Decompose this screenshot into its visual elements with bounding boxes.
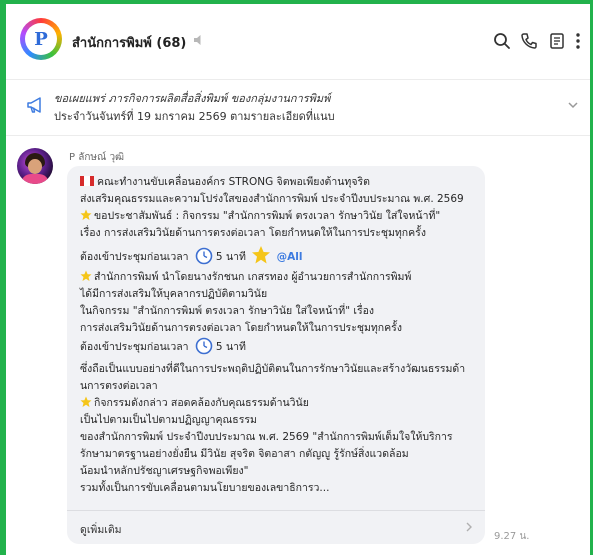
chevron-right-icon[interactable] bbox=[463, 520, 475, 534]
message-timestamp: 9.27 น. bbox=[494, 531, 530, 542]
chevron-down-icon[interactable] bbox=[566, 98, 580, 112]
message-line: สำนักการพิมพ์ นำโดยนางรักชนก เกสรทอง ผู้… bbox=[80, 270, 411, 284]
flag-icon bbox=[80, 176, 94, 186]
message-line: รวมทั้งเป็นการขับเคลื่อนตามนโยบายของเลขา… bbox=[80, 482, 330, 494]
mute-icon bbox=[194, 35, 201, 45]
mention-all[interactable]: @All bbox=[277, 251, 303, 263]
megaphone-icon bbox=[27, 97, 41, 113]
search-icon[interactable] bbox=[492, 31, 512, 51]
message-line: เรื่อง การส่งเสริมวินัยด้านการตรงต่อเวลา… bbox=[80, 227, 426, 239]
chat-header: P สำนักการพิมพ์ (68) bbox=[6, 4, 590, 80]
message-line: รักษามาตรฐานอย่างยั่งยืน มีวินัย สุจริต … bbox=[80, 448, 409, 460]
message-line: กิจกรรมดังกล่าว สอดคล้องกับคุณธรรมด้านวิ… bbox=[80, 396, 309, 410]
announcement-line-2: ประจำวันจันทร์ที่ 19 มกราคม 2569 ตามรายล… bbox=[54, 110, 335, 123]
group-avatar[interactable]: P bbox=[20, 18, 62, 60]
clock-icon bbox=[195, 247, 213, 265]
star-icon bbox=[252, 246, 271, 264]
more-icon[interactable] bbox=[572, 31, 584, 51]
see-more-link[interactable]: ดูเพิ่มเติม bbox=[80, 521, 122, 538]
sender-name: P ลักษณ์ วุฒิ bbox=[69, 152, 125, 163]
message-line: ได้มีการส่งเสริมให้บุคลากรปฏิบัติตามวินั… bbox=[80, 288, 268, 300]
announcement-line-1: ขอเผยแพร่ ภารกิจการผลิตสื่อสิ่งพิมพ์ ของ… bbox=[54, 92, 331, 105]
message-list: P ลักษณ์ วุฒิ คณะทำงานขับเคลื่อนองค์กร S… bbox=[6, 136, 590, 555]
bubble-divider bbox=[67, 510, 485, 511]
notes-icon[interactable] bbox=[547, 31, 567, 51]
message-line: การส่งเสริมวินัยด้านการตรงต่อเวลา โดยกำห… bbox=[80, 322, 402, 334]
phone-icon[interactable] bbox=[519, 31, 539, 51]
message-line: ต้องเข้าประชุมก่อนเวลา 5 นาที @All bbox=[80, 245, 302, 265]
clock-icon bbox=[195, 337, 213, 355]
message-line: ส่งเสริมคุณธรรมและความโปร่งใสของสำนักการ… bbox=[80, 193, 464, 205]
message-line: คณะทำงานขับเคลื่อนองค์กร STRONG จิตพอเพี… bbox=[80, 175, 370, 189]
message-line: ของสำนักการพิมพ์ ประจำปีงบประมาณ พ.ศ. 25… bbox=[80, 431, 453, 443]
message-line: น้อมนำหลักปรัชญาเศรษฐกิจพอเพียง" bbox=[80, 465, 249, 477]
message-line: นการตรงต่อเวลา bbox=[80, 380, 158, 392]
avatar[interactable] bbox=[17, 148, 53, 184]
message-line: ขอประชาสัมพันธ์ : กิจกรรม "สำนักการพิมพ์… bbox=[80, 209, 440, 223]
message-line: เป็นไปตามเป็นไปตามปฏิญญาคุณธรรม bbox=[80, 414, 257, 426]
announcement-bar[interactable]: ขอเผยแพร่ ภารกิจการผลิตสื่อสิ่งพิมพ์ ของ… bbox=[6, 80, 590, 136]
message-line: ซึ่งถือเป็นแบบอย่างที่ดีในการประพฤติปฏิบ… bbox=[80, 363, 466, 375]
star-icon bbox=[80, 270, 92, 281]
star-icon bbox=[80, 209, 92, 220]
app-window: P สำนักการพิมพ์ (68) ขอเผยแพร่ ภารกิจการ… bbox=[0, 0, 593, 555]
group-avatar-letter: P bbox=[25, 23, 57, 55]
message-line: ต้องเข้าประชุมก่อนเวลา 5 นาที bbox=[80, 337, 246, 357]
message-bubble[interactable]: คณะทำงานขับเคลื่อนองค์กร STRONG จิตพอเพี… bbox=[67, 166, 485, 544]
chat-title[interactable]: สำนักการพิมพ์ (68) bbox=[72, 32, 186, 53]
message-line: ในกิจกรรม "สำนักการพิมพ์ ตรงเวลา รักษาวิ… bbox=[80, 305, 375, 317]
star-icon bbox=[80, 396, 92, 407]
